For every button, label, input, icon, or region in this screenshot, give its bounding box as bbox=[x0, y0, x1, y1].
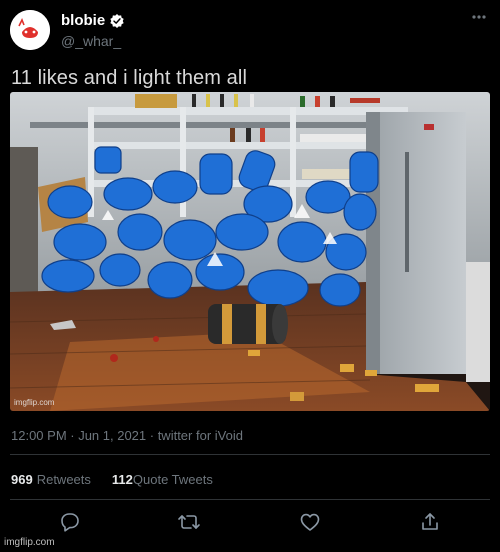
retweet-icon[interactable] bbox=[177, 510, 201, 534]
share-icon[interactable] bbox=[418, 510, 442, 534]
like-icon[interactable] bbox=[298, 510, 322, 534]
display-name-text: blobie bbox=[61, 12, 106, 29]
user-handle[interactable]: @_whar_ bbox=[61, 33, 121, 49]
verified-badge-icon bbox=[109, 13, 125, 29]
display-name[interactable]: blobie bbox=[61, 12, 125, 29]
quote-tweets-stat[interactable]: 112 Quote Tweets bbox=[112, 472, 213, 487]
reply-icon[interactable] bbox=[58, 510, 82, 534]
engagement-stats: 969 Retweets 112 Quote Tweets bbox=[11, 472, 213, 487]
divider bbox=[10, 454, 490, 455]
media-illustration bbox=[10, 92, 490, 411]
footer-watermark: imgflip.com bbox=[4, 537, 55, 548]
retweets-stat[interactable]: 969 Retweets bbox=[11, 472, 91, 487]
tweet-media[interactable]: imgflip.com bbox=[10, 92, 490, 411]
tweet-card: blobie @_whar_ 11 likes and i light them… bbox=[0, 0, 500, 552]
retweets-label: Retweets bbox=[36, 472, 91, 487]
divider bbox=[10, 499, 490, 500]
avatar-drawing bbox=[10, 10, 50, 50]
quote-tweets-count: 112 bbox=[111, 472, 133, 487]
more-options-icon[interactable] bbox=[468, 8, 490, 26]
avatar[interactable] bbox=[10, 10, 50, 50]
quote-tweets-label: Quote Tweets bbox=[132, 472, 213, 487]
retweets-count: 969 bbox=[11, 472, 33, 487]
media-watermark: imgflip.com bbox=[14, 398, 55, 407]
action-bar bbox=[0, 510, 500, 534]
tweet-timestamp[interactable]: 12:00 PM · Jun 1, 2021 · twitter for iVo… bbox=[11, 428, 243, 443]
tweet-text: 11 likes and i light them all bbox=[11, 67, 247, 89]
